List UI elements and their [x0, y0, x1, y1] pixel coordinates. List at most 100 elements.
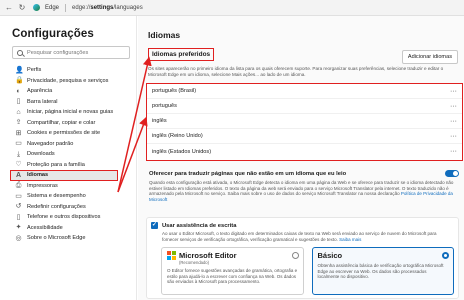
browser-icon: ▭	[15, 140, 22, 148]
search-icon	[17, 49, 23, 56]
offer-translate-toggle[interactable]	[445, 170, 459, 177]
cookie-icon: ⊞	[15, 129, 22, 137]
language-name: inglês (Reino Unido)	[152, 133, 203, 139]
divider	[65, 3, 67, 12]
sidebar-item-prote-o-para-a-fam-lia[interactable]: ♡ Proteção para a família	[12, 160, 126, 171]
sidebar-item-acessibilidade[interactable]: ✦ Acessibilidade	[12, 223, 126, 234]
share-icon: ⇪	[15, 119, 22, 127]
address-bar[interactable]: edge://settings/languages	[72, 5, 143, 11]
browser-toolbar: ← ↻ Edge edge://settings/languages	[0, 0, 464, 16]
writing-assistance-title: Usar assistência de escrita	[162, 222, 237, 229]
language-name: inglês	[152, 118, 167, 124]
language-name: português (Brasil)	[152, 88, 197, 94]
learn-more-link[interactable]: Saiba mais	[339, 237, 361, 242]
sidebar-item-label: Cookies e permissões de site	[27, 130, 101, 137]
back-arrow-icon[interactable]: ←	[4, 3, 14, 13]
sidebar-item-label: Proteção para a família	[27, 161, 85, 168]
sidebar-item-perfis[interactable]: 👤 Perfis	[12, 65, 126, 76]
sidebar-item-compartilhar-copiar-e-colar[interactable]: ⇪ Compartilhar, copiar e colar	[12, 118, 126, 129]
sidebar-item-redefinir-configura-es[interactable]: ↺ Redefinir configurações	[12, 202, 126, 213]
home-icon: ⌂	[16, 108, 21, 116]
phone-icon: ▯	[16, 213, 21, 221]
microsoft-logo-icon	[167, 251, 176, 261]
writing-assistance-description: Ao usar o Editor Microsoft, o texto digi…	[162, 231, 437, 242]
sidebar-item-sobre-o-microsoft-edge[interactable]: ◎ Sobre o Microsoft Edge	[12, 233, 126, 244]
sidebar-item-label: Compartilhar, copiar e colar	[27, 119, 96, 126]
option-basic[interactable]: Básico Obtenha assistência básica de ver…	[311, 247, 454, 296]
radio-button[interactable]	[291, 252, 299, 260]
option-subtitle: (Recomendado)	[179, 260, 210, 266]
sidebar-item-downloads[interactable]: ⤓ Downloads	[12, 149, 126, 160]
add-languages-button[interactable]: Adicionar idiomas	[401, 50, 458, 64]
sidebar-nav: 👤 Perfis 🔒 Privacidade, pesquisa e serviços…	[10, 65, 126, 244]
accessibility-icon: ✦	[15, 224, 22, 232]
more-actions-icon[interactable]: ···	[450, 103, 457, 110]
sidebar-item-label: Idiomas	[27, 172, 49, 179]
sidebar-item-label: Acessibilidade	[27, 224, 63, 231]
language-icon: A	[15, 171, 22, 179]
sidebar-item-idiomas[interactable]: A Idiomas	[10, 170, 118, 181]
sidebar-icon: ▯	[16, 98, 21, 106]
search-input[interactable]	[27, 49, 127, 56]
offer-translate-description: Quando esta configuração está ativada, o…	[149, 180, 454, 202]
sidebar-item-label: Downloads	[27, 151, 55, 158]
sidebar-item-label: Iniciar, página inicial e novas guias	[27, 109, 114, 116]
language-list: português (Brasil) ··· português ··· inglês ·…	[146, 83, 463, 161]
page-title: Idiomas	[148, 30, 181, 40]
more-actions-icon[interactable]: ···	[450, 133, 457, 140]
language-name: inglês (Estados Unidos)	[152, 148, 212, 155]
reset-icon: ↺	[15, 203, 22, 211]
sidebar-item-label: Aparência	[27, 88, 53, 95]
sidebar-item-label: Navegador padrão	[27, 140, 74, 147]
sidebar-item-label: Sobre o Microsoft Edge	[27, 235, 86, 242]
edge-logo-icon	[33, 4, 40, 11]
language-item: inglês (Estados Unidos) ···	[147, 144, 462, 159]
sidebar-item-label: Barra lateral	[27, 98, 58, 105]
download-icon: ⤓	[16, 150, 21, 158]
appearance-icon: ◐	[16, 87, 21, 95]
option-microsoft-editor[interactable]: Microsoft Editor (Recomendado) O Editor …	[161, 247, 304, 296]
sidebar-item-telefone-e-outros-dispositivos[interactable]: ▯ Telefone e outros dispositivos	[12, 212, 126, 223]
offer-translate-section: Oferecer para traduzir páginas que não e…	[149, 170, 459, 202]
option-description: Obtenha assistência básica de verificaçã…	[317, 263, 444, 280]
sidebar-item-label: Perfis	[27, 67, 42, 74]
sidebar-item-iniciar-p-gina-inicial-e-novas-guias[interactable]: ⌂ Iniciar, página inicial e novas guias	[12, 107, 126, 118]
language-name: português	[152, 103, 177, 109]
system-icon: ▭	[15, 192, 22, 200]
language-item: português (Brasil) ···	[147, 84, 462, 99]
writing-assistance-checkbox[interactable]: ✓	[151, 222, 158, 229]
language-item: inglês ···	[147, 114, 462, 129]
printer-icon: ⎙	[15, 182, 22, 190]
sidebar-item-label: Impressoras	[27, 182, 58, 189]
sidebar-item-label: Telefone e outros dispositivos	[27, 214, 101, 221]
sidebar-item-apar-ncia[interactable]: ◐ Aparência	[12, 86, 126, 97]
more-actions-icon[interactable]: ···	[450, 88, 457, 95]
more-actions-icon[interactable]: ···	[450, 118, 457, 125]
profile-icon: 👤	[15, 66, 24, 74]
language-item: português ···	[147, 99, 462, 114]
option-description: O Editor fornece sugestões avançadas de …	[167, 268, 298, 285]
preferred-languages-title: Idiomas preferidos	[148, 48, 215, 61]
sidebar-item-impressoras[interactable]: ⎙ Impressoras	[12, 181, 126, 192]
preferred-languages-description: Os sites aparecerão no primeiro idioma d…	[148, 66, 444, 77]
lock-icon: 🔒	[15, 77, 24, 85]
sidebar-item-privacidade-pesquisa-e-servi-os[interactable]: 🔒 Privacidade, pesquisa e serviços	[12, 76, 126, 87]
sidebar-title: Configurações	[12, 28, 94, 40]
sidebar-item-barra-lateral[interactable]: ▯ Barra lateral	[12, 97, 126, 108]
writing-assistance-section: ✓ Usar assistência de escrita Ao usar o …	[146, 217, 459, 299]
site-name: Edge	[45, 4, 60, 11]
more-actions-icon[interactable]: ···	[450, 148, 457, 155]
sidebar-item-navegador-padr-o[interactable]: ▭ Navegador padrão	[12, 139, 126, 150]
option-title: Básico	[317, 251, 343, 261]
sidebar-item-cookies-e-permiss-es-de-site[interactable]: ⊞ Cookies e permissões de site	[12, 128, 126, 139]
settings-sidebar: Configurações 👤Perfis🔒Privacidade, pesqu…	[0, 16, 137, 300]
sidebar-item-sistema-e-desempenho[interactable]: ▭ Sistema e desempenho	[12, 191, 126, 202]
option-title: Microsoft Editor	[179, 251, 237, 261]
edge-icon: ◎	[15, 234, 22, 242]
preferred-languages-section: Idiomas preferidos Adicionar idiomas Os …	[148, 48, 458, 78]
search-box[interactable]	[12, 46, 130, 59]
sidebar-item-label: Redefinir configurações	[27, 203, 86, 210]
refresh-icon[interactable]: ↻	[17, 3, 27, 13]
language-item: inglês (Reino Unido) ···	[147, 129, 462, 144]
sidebar-item-label: Privacidade, pesquisa e serviços	[27, 77, 109, 84]
